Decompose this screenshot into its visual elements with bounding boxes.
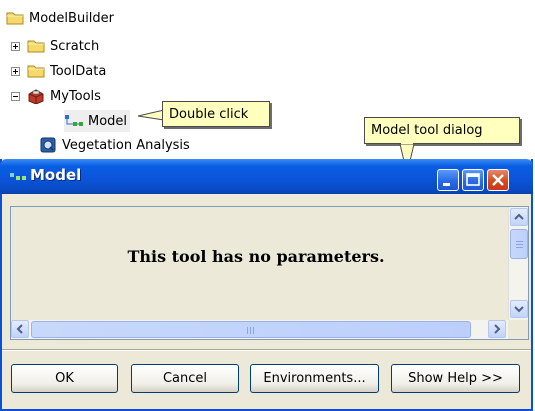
no-parameters-message: This tool has no parameters. [127, 247, 385, 266]
callout-text: Double click [169, 106, 249, 122]
horizontal-scroll-thumb[interactable] [31, 321, 471, 338]
dialog-title: Model [30, 166, 82, 184]
minimize-icon [443, 183, 450, 186]
maximize-icon [466, 173, 480, 186]
tree-item-mytools[interactable]: MyTools [11, 85, 101, 107]
expand-icon[interactable] [11, 66, 20, 76]
model-icon [10, 173, 26, 180]
tree-item-label: ToolData [50, 63, 107, 79]
environments-button[interactable]: Environments... [250, 364, 379, 393]
tree-item-vegetation-analysis[interactable]: Vegetation Analysis [39, 134, 190, 156]
tree-item-tooldata[interactable]: ToolData [11, 60, 106, 82]
toolbox-icon [28, 89, 44, 104]
tree-item-label: Model [88, 113, 128, 129]
callout-text: Model tool dialog [371, 123, 483, 138]
model-icon [65, 115, 83, 126]
vertical-scrollbar[interactable] [508, 207, 528, 320]
ok-button[interactable]: OK [11, 364, 118, 393]
tree-root-label: ModelBuilder [29, 10, 115, 26]
dialog-separator [2, 349, 531, 351]
callout-model-tool-dialog: Model tool dialog [364, 117, 520, 144]
chevron-right-icon [494, 324, 501, 334]
chevron-left-icon [16, 324, 23, 334]
scroll-down-button[interactable] [510, 300, 528, 318]
callout-double-click: Double click [162, 101, 270, 127]
tree-item-label: Scratch [50, 38, 100, 54]
tree-item-model[interactable]: Model [64, 110, 131, 132]
minimize-button[interactable] [437, 169, 459, 191]
folder-icon [27, 40, 45, 53]
cancel-button[interactable]: Cancel [131, 364, 239, 393]
vertical-scroll-thumb[interactable] [510, 229, 528, 259]
tree-item-scratch[interactable]: Scratch [11, 35, 99, 57]
tree-root-modelbuilder[interactable]: ModelBuilder [6, 7, 114, 29]
tree-item-label: Vegetation Analysis [62, 137, 190, 153]
folder-icon [27, 65, 45, 78]
chevron-up-icon [514, 213, 524, 220]
collapse-icon[interactable] [11, 91, 20, 101]
folder-icon [6, 12, 24, 25]
tree-item-label: MyTools [50, 88, 101, 104]
close-button[interactable] [487, 169, 509, 191]
scroll-right-button[interactable] [488, 320, 506, 338]
show-help-button[interactable]: Show Help >> [391, 364, 520, 393]
scroll-up-button[interactable] [510, 208, 528, 226]
script-tool-icon [40, 137, 56, 153]
scroll-left-button[interactable] [11, 320, 29, 338]
horizontal-scrollbar[interactable] [11, 320, 508, 339]
maximize-button[interactable] [462, 169, 484, 191]
chevron-down-icon [514, 306, 524, 313]
thumb-grip [247, 327, 255, 334]
close-icon [492, 174, 504, 186]
expand-icon[interactable] [11, 41, 20, 51]
thumb-grip [516, 240, 523, 248]
